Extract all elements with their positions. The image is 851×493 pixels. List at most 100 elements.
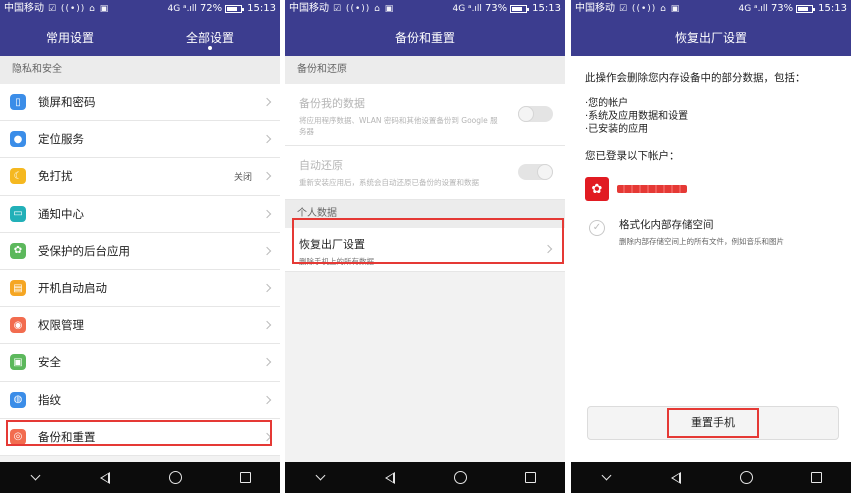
location-icon: ● xyxy=(10,131,26,148)
bullet-installed-apps: ·已安装的应用 xyxy=(585,124,649,135)
screen-factory-reset: 中国移动 ☑ ((•)) ⌂ ▣ 4G ᵃ.ıll 73% 15:13 恢复出厂… xyxy=(571,0,851,493)
down-arrow-icon[interactable] xyxy=(15,462,55,493)
battery-icon xyxy=(510,5,530,13)
settings-item-label: 权限管理 xyxy=(38,318,84,333)
battery-percent: 73% xyxy=(484,3,508,14)
permission-icon: ◉ xyxy=(10,317,26,334)
accounts-title: 您已登录以下帐户： xyxy=(585,150,680,162)
down-arrow-icon[interactable] xyxy=(300,462,340,493)
auto-restore-item[interactable]: 自动还原 重新安装应用后，系统会自动还原已备份的设置和数据 xyxy=(285,146,565,200)
section-header-backup: 备份和还原 xyxy=(285,56,565,84)
settings-item-value: 关闭 xyxy=(233,172,252,183)
back-icon[interactable] xyxy=(370,462,410,493)
protected-apps-icon: ✿ xyxy=(10,242,26,259)
nav-bar xyxy=(285,462,565,493)
status-bar: 中国移动 ☑ ((•)) ⌂ ▣ 4G ᵃ.ıll 73% 15:13 xyxy=(571,0,851,18)
chevron-right-icon xyxy=(262,358,272,367)
down-arrow-icon[interactable] xyxy=(586,462,626,493)
backup-reset-icon: ◎ xyxy=(10,428,26,445)
factory-reset-title: 恢复出厂设置 xyxy=(299,238,365,251)
backup-toggle[interactable] xyxy=(518,106,553,122)
settings-item-lock-screen[interactable]: ▯ 锁屏和密码 xyxy=(0,84,280,122)
backup-my-data-desc: 将应用程序数据、WLAN 密码和其他设置备份到 Google 服务器 xyxy=(299,116,498,136)
clock: 15:13 xyxy=(247,3,276,14)
settings-item-fingerprint[interactable]: ◍ 指纹 xyxy=(0,381,280,419)
status-icons: ☑ ((•)) ⌂ ▣ xyxy=(619,4,681,14)
chevron-right-icon xyxy=(262,135,272,144)
home-icon[interactable] xyxy=(726,462,766,493)
tab-all-settings[interactable]: 全部设置 xyxy=(140,18,280,56)
carrier-name: 中国移动 xyxy=(575,3,615,14)
fingerprint-icon: ◍ xyxy=(10,391,26,408)
signal-icon: 4G ᵃ.ıll xyxy=(167,4,197,14)
backup-my-data-title: 备份我的数据 xyxy=(299,97,365,110)
battery-percent: 72% xyxy=(199,3,223,14)
chevron-right-icon xyxy=(262,246,272,256)
settings-item-protected-apps[interactable]: ✿ 受保护的后台应用 xyxy=(0,232,280,270)
auto-restore-toggle[interactable] xyxy=(518,164,553,180)
redacted-account-name xyxy=(617,185,687,193)
settings-item-label: 免打扰 xyxy=(38,169,73,184)
tab-common-settings[interactable]: 常用设置 xyxy=(0,18,140,56)
settings-item-label: 安全 xyxy=(38,355,61,370)
settings-item-label: 备份和重置 xyxy=(38,429,96,444)
carrier-name: 中国移动 xyxy=(289,3,329,14)
header: 备份和重置 xyxy=(285,18,565,56)
status-bar: 中国移动 ☑ ((•)) ⌂ ▣ 4G ᵃ.ıll 73% 15:13 xyxy=(285,0,565,18)
data-list: ·您的帐户 ·系统及应用数据和设置 ·已安装的应用 xyxy=(585,97,837,136)
chevron-right-icon xyxy=(262,320,272,330)
settings-item-security-lock[interactable]: ▣ 安全 xyxy=(0,344,280,382)
home-icon[interactable] xyxy=(155,462,195,493)
signal-icon: 4G ᵃ.ıll xyxy=(452,4,482,14)
backup-reset-list: 备份和还原 备份我的数据 将应用程序数据、WLAN 密码和其他设置备份到 Goo… xyxy=(285,56,565,462)
recent-apps-icon[interactable] xyxy=(510,462,550,493)
chevron-right-icon xyxy=(262,395,272,404)
screen-backup-reset: 中国移动 ☑ ((•)) ⌂ ▣ 4G ᵃ.ıll 73% 15:13 备份和重… xyxy=(285,0,565,493)
check-circle-icon[interactable]: ✓ xyxy=(589,220,605,236)
settings-item-backup-reset[interactable]: ◎ 备份和重置 xyxy=(0,418,280,456)
settings-item-moon[interactable]: ☾ 免打扰 关闭 xyxy=(0,158,280,196)
settings-item-auto-start[interactable]: ▤ 开机自动启动 xyxy=(0,269,280,308)
security-lock-icon: ▣ xyxy=(10,354,26,371)
signal-icon: 4G ᵃ.ıll xyxy=(738,4,768,14)
settings-tabs: 常用设置 全部设置 xyxy=(0,18,280,56)
factory-reset-item[interactable]: 恢复出厂设置 删除手机上的所有数据 xyxy=(285,228,565,272)
auto-restore-desc: 重新安装应用后，系统会自动还原已备份的设置和数据 xyxy=(299,178,479,187)
lock-screen-icon: ▯ xyxy=(10,94,26,111)
status-icons: ☑ ((•)) ⌂ ▣ xyxy=(333,4,395,14)
page-title: 恢复出厂设置 xyxy=(674,31,747,45)
screen-all-settings: 中国移动 ☑ ((•)) ⌂ ▣ 4G ᵃ.ıll 72% 15:13 常用设置… xyxy=(0,0,280,493)
bullet-accounts: ·您的帐户 xyxy=(585,98,629,109)
factory-reset-panel: 此操作会删除您内存设备中的部分数据，包括： ·您的帐户 ·系统及应用数据和设置 … xyxy=(571,56,851,462)
home-icon[interactable] xyxy=(440,462,480,493)
back-icon[interactable] xyxy=(85,462,125,493)
back-icon[interactable] xyxy=(656,462,696,493)
clock: 15:13 xyxy=(532,3,561,14)
reset-bar: 重置手机 xyxy=(587,406,839,440)
recent-apps-icon[interactable] xyxy=(796,462,836,493)
recent-apps-icon[interactable] xyxy=(225,462,265,493)
reset-phone-button[interactable]: 重置手机 xyxy=(667,408,759,438)
chevron-right-icon xyxy=(262,172,272,181)
page-title: 备份和重置 xyxy=(394,31,455,45)
chevron-right-icon xyxy=(262,97,272,107)
format-storage-option[interactable]: ✓ 格式化内部存储空间 删除内部存储空间上的所有文件，例如音乐和图片 xyxy=(585,217,837,247)
settings-item-notification[interactable]: ▭ 通知中心 xyxy=(0,195,280,233)
header: 常用设置 全部设置 xyxy=(0,18,280,56)
factory-reset-desc: 删除手机上的所有数据 xyxy=(299,257,374,266)
format-storage-desc: 删除内部存储空间上的所有文件，例如音乐和图片 xyxy=(619,237,784,246)
settings-item-permission[interactable]: ◉ 权限管理 xyxy=(0,307,280,345)
chevron-right-icon xyxy=(262,283,272,293)
chevron-right-icon xyxy=(262,432,272,442)
battery-icon xyxy=(225,5,245,13)
huawei-logo-icon: ✿ xyxy=(585,177,609,201)
settings-item-label: 定位服务 xyxy=(38,132,84,147)
battery-icon xyxy=(796,5,816,13)
settings-item-label: 指纹 xyxy=(38,392,61,407)
bullet-system-data: ·系统及应用数据和设置 xyxy=(585,111,689,122)
section-header-personal: 个人数据 xyxy=(285,200,565,228)
settings-list: 隐私和安全 ▯ 锁屏和密码 ● 定位服务 ☾ 免打扰 关闭 ▭ 通知中心 ✿ 受保护的后台应用 ▤ 开机… xyxy=(0,56,280,462)
settings-item-location[interactable]: ● 定位服务 xyxy=(0,121,280,159)
backup-my-data-item[interactable]: 备份我的数据 将应用程序数据、WLAN 密码和其他设置备份到 Google 服务… xyxy=(285,84,565,146)
status-icons: ☑ ((•)) ⌂ ▣ xyxy=(48,4,110,14)
